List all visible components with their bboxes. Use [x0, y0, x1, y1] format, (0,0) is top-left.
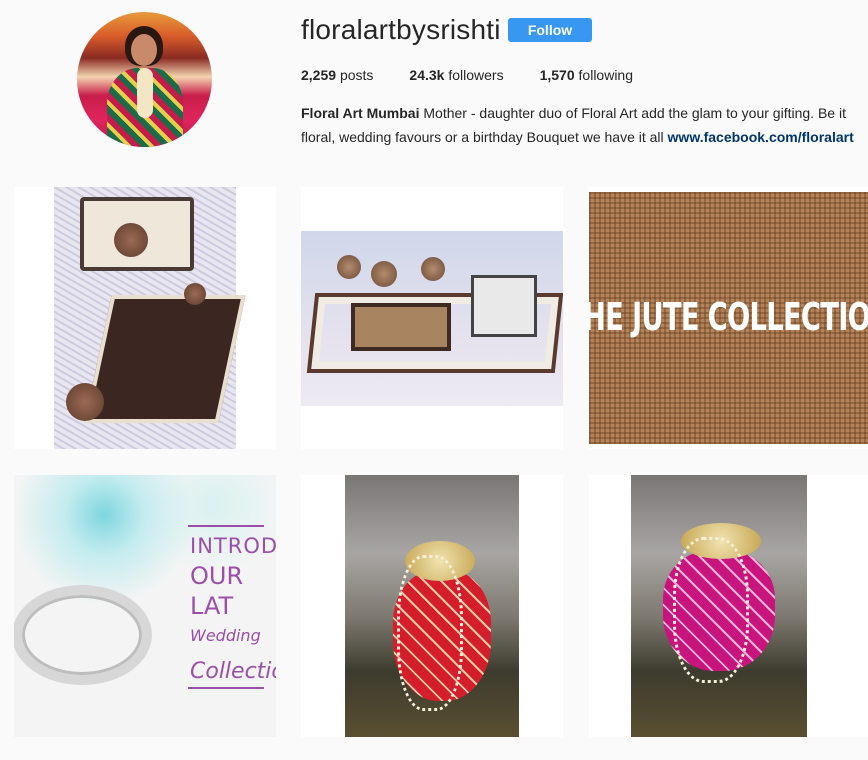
bio-link[interactable]: www.facebook.com/floralart — [668, 129, 854, 145]
post-thumbnail[interactable] — [301, 475, 563, 737]
followers-count: 24.3k — [409, 67, 445, 83]
post-thumbnail[interactable] — [301, 187, 563, 449]
box-tray — [84, 295, 246, 423]
post-thumbnail[interactable] — [589, 475, 868, 737]
overlay-line: OUR LAT — [190, 562, 244, 620]
following-stat[interactable]: 1,570 following — [540, 67, 633, 83]
follow-button[interactable]: Follow — [508, 18, 592, 42]
post-thumbnail[interactable]: INTRODUC OUR LAT Wedding Collectio — [14, 475, 276, 737]
jute-rose — [184, 283, 206, 305]
wedding-ring — [14, 585, 152, 685]
followers-label: followers — [448, 67, 504, 83]
jute-rose — [371, 261, 397, 287]
jute-rose — [421, 257, 445, 281]
posts-label: posts — [339, 67, 374, 83]
posts-stat: 2,259 posts — [301, 67, 373, 83]
bio-name: Floral Art Mumbai — [301, 105, 420, 121]
post-image-tray — [301, 231, 563, 406]
divider — [188, 525, 264, 527]
post-image-gift-box — [54, 187, 246, 449]
posts-count: 2,259 — [301, 67, 337, 83]
jute-rose — [66, 383, 104, 421]
profile-avatar[interactable] — [77, 12, 212, 147]
jute-box — [351, 303, 451, 351]
pearl-handle — [397, 555, 463, 711]
profile-stats: 2,259 posts 24.3k followers 1,570 follow… — [301, 67, 669, 83]
overlay-line: INTRODUC — [190, 534, 276, 558]
post-overlay-text: HE JUTE COLLECTIO — [589, 295, 868, 339]
overlay-line: Collectio — [190, 659, 276, 684]
avatar-face — [131, 34, 157, 66]
post-thumbnail[interactable]: HE JUTE COLLECTIO — [589, 187, 868, 449]
followers-stat[interactable]: 24.3k followers — [409, 67, 503, 83]
divider — [188, 687, 264, 689]
profile-bio: Floral Art Mumbai Mother - daughter duo … — [301, 101, 861, 149]
caddy-basket — [471, 275, 537, 337]
following-label: following — [578, 67, 634, 83]
following-count: 1,570 — [539, 67, 575, 83]
profile-username: floralartbysrishti — [301, 14, 501, 45]
post-thumbnail[interactable] — [14, 187, 276, 449]
post-overlay-text: INTRODUC OUR LAT Wedding Collectio — [190, 531, 276, 687]
jute-rose — [337, 255, 361, 279]
overlay-line: Wedding — [190, 626, 261, 645]
jute-rose — [114, 223, 148, 257]
avatar-jewelry — [137, 68, 153, 118]
pearl-handle — [673, 537, 749, 683]
